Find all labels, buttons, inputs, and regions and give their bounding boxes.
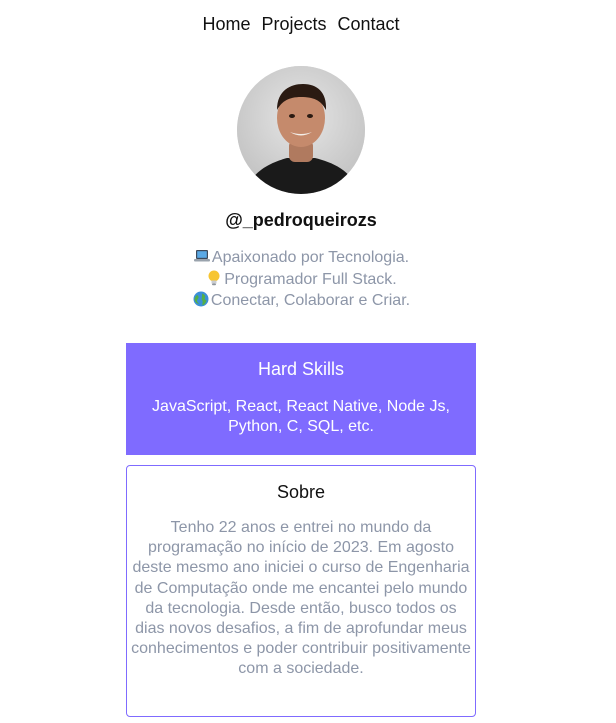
bio: Apaixonado por Tecnologia. Programador F… <box>0 247 602 312</box>
bio-line-connect: Conectar, Colaborar e Criar. <box>0 290 602 312</box>
username: @_pedroqueirozs <box>225 210 377 230</box>
bio-text-tech: Apaixonado por Tecnologia. <box>211 249 410 266</box>
hard-skills-text: JavaScript, React, React Native, Node Js… <box>152 398 450 435</box>
bio-text-dev: Programador Full Stack. <box>224 270 397 288</box>
bio-line-dev: Programador Full Stack. <box>0 269 602 291</box>
lightbulb-icon <box>208 270 220 285</box>
about-card: Sobre Tenho 22 anos e entrei no mundo da… <box>126 465 476 717</box>
about-title: Sobre <box>276 482 326 502</box>
globe-icon <box>193 291 209 307</box>
avatar-photo <box>237 66 365 194</box>
laptop-icon <box>193 250 210 262</box>
top-nav: Home Projects Contact <box>0 14 602 35</box>
nav-projects-link[interactable]: Projects <box>261 14 326 35</box>
bio-line-tech: Apaixonado por Tecnologia. <box>0 247 602 269</box>
avatar <box>237 66 365 194</box>
about-text: Tenho 22 anos e entrei no mundo da progr… <box>131 519 471 678</box>
bio-text-connect: Conectar, Colaborar e Criar. <box>210 292 411 309</box>
nav-home-link[interactable]: Home <box>202 14 250 35</box>
hard-skills-title: Hard Skills <box>257 359 345 379</box>
hard-skills-card: Hard Skills JavaScript, React, React Nat… <box>126 343 476 455</box>
nav-contact-link[interactable]: Contact <box>338 14 400 35</box>
